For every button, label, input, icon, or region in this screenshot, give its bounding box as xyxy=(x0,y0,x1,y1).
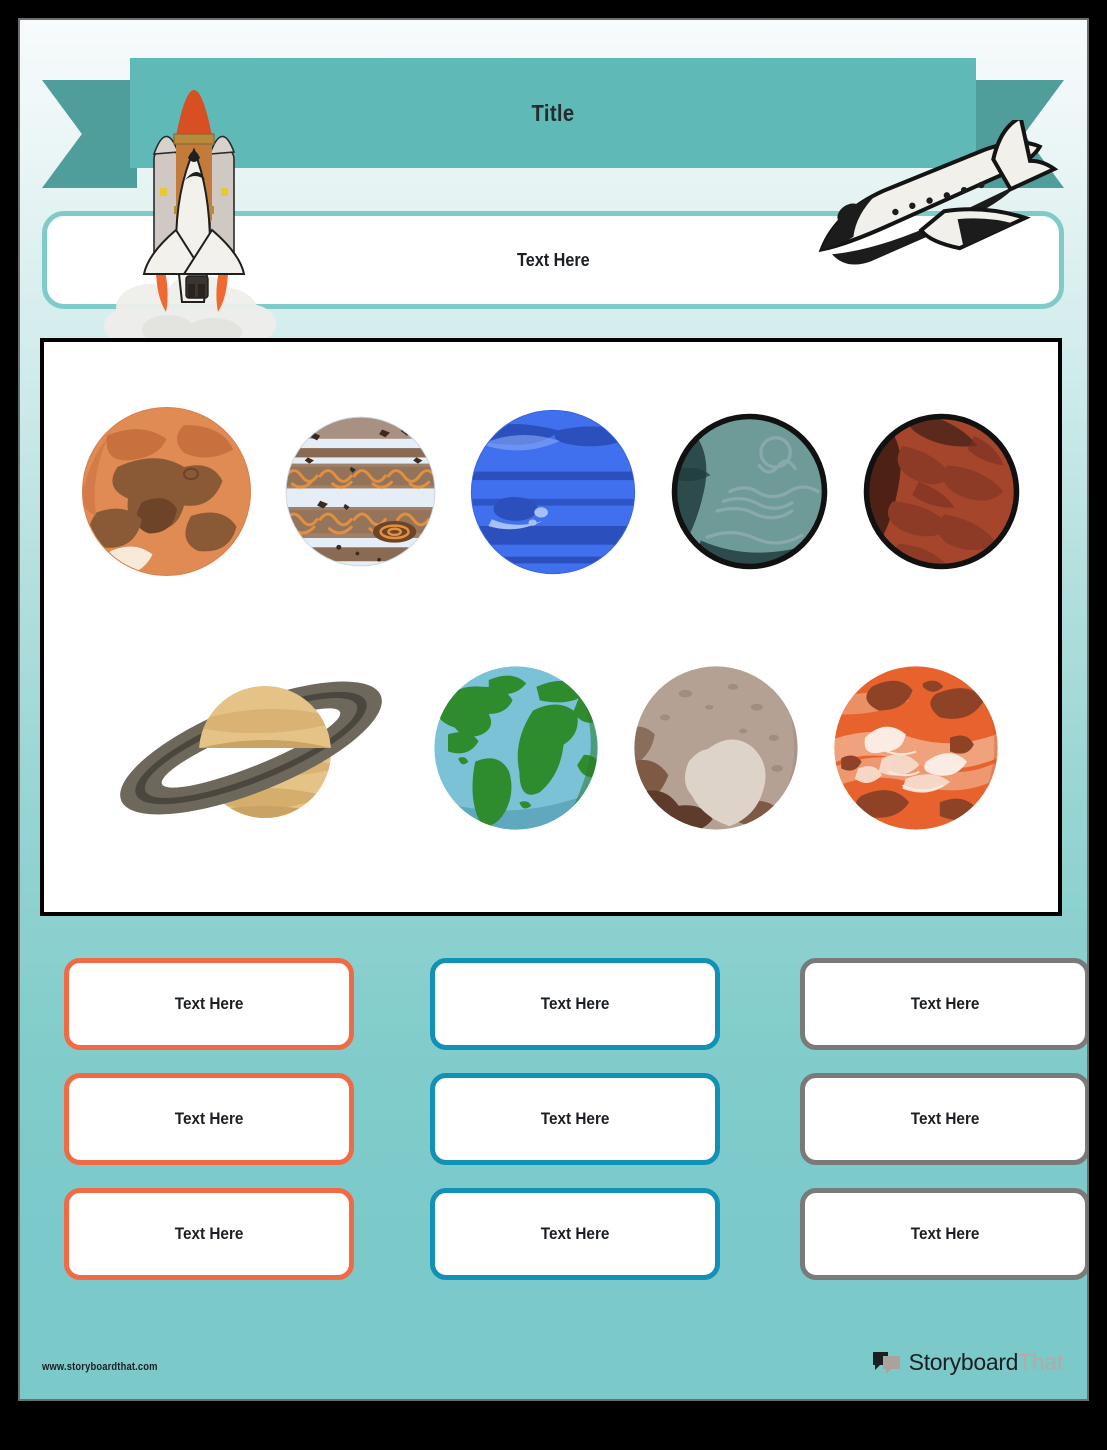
logo-word-secondary: That xyxy=(1018,1349,1063,1375)
answer-box-4-label: Text Here xyxy=(174,1109,244,1128)
answer-box-3-label: Text Here xyxy=(910,994,980,1013)
banner-body: Title xyxy=(130,58,976,168)
answer-box-5[interactable]: Text Here xyxy=(430,1073,720,1165)
logo-wordmark: StoryboardThat xyxy=(908,1349,1064,1376)
planet-row-top xyxy=(44,384,1058,599)
planet-mars-icon[interactable] xyxy=(79,404,254,579)
planet-pluto-icon[interactable] xyxy=(631,663,801,833)
answer-box-3[interactable]: Text Here xyxy=(800,958,1087,1050)
answer-box-6[interactable]: Text Here xyxy=(800,1073,1087,1165)
answer-box-5-label: Text Here xyxy=(540,1109,610,1128)
answer-box-2[interactable]: Text Here xyxy=(430,958,720,1050)
answer-box-9[interactable]: Text Here xyxy=(800,1188,1087,1280)
answer-box-2-label: Text Here xyxy=(540,994,610,1013)
planet-jupiter-icon[interactable] xyxy=(283,414,438,569)
footer-website-url[interactable]: www.storyboardthat.com xyxy=(42,1361,158,1373)
worksheet-page: Title Text Here Text Here Text Here Text… xyxy=(18,18,1089,1401)
answer-box-8[interactable]: Text Here xyxy=(430,1188,720,1280)
speech-bubbles-icon xyxy=(872,1351,900,1374)
planet-uranus-icon[interactable] xyxy=(668,410,831,573)
planet-row-bottom xyxy=(44,640,1058,855)
planet-mercury-icon[interactable] xyxy=(860,410,1023,573)
banner-tail-right xyxy=(969,80,1064,188)
subtitle-placeholder: Text Here xyxy=(516,249,590,270)
banner-tail-left xyxy=(42,80,137,188)
answer-box-6-label: Text Here xyxy=(910,1109,980,1128)
planet-venus-icon[interactable] xyxy=(831,663,1001,833)
answer-box-1[interactable]: Text Here xyxy=(64,958,354,1050)
planet-neptune-icon[interactable] xyxy=(468,407,638,577)
footer: www.storyboardthat.com StoryboardThat xyxy=(20,1335,1087,1399)
answer-box-7[interactable]: Text Here xyxy=(64,1188,354,1280)
title-banner: Title xyxy=(42,58,1064,188)
logo-word-primary: Storyboard xyxy=(908,1349,1019,1375)
subtitle-text-field[interactable]: Text Here xyxy=(42,211,1064,309)
planet-saturn-icon[interactable] xyxy=(101,648,401,848)
page-title[interactable]: Title xyxy=(181,58,925,168)
answer-box-7-label: Text Here xyxy=(174,1224,244,1243)
planet-earth-icon[interactable] xyxy=(431,663,601,833)
answer-box-8-label: Text Here xyxy=(540,1224,610,1243)
storyboardthat-logo[interactable]: StoryboardThat xyxy=(872,1349,1063,1376)
answer-box-4[interactable]: Text Here xyxy=(64,1073,354,1165)
planet-image-panel xyxy=(40,338,1062,916)
answer-box-9-label: Text Here xyxy=(910,1224,980,1243)
answer-box-1-label: Text Here xyxy=(174,994,244,1013)
